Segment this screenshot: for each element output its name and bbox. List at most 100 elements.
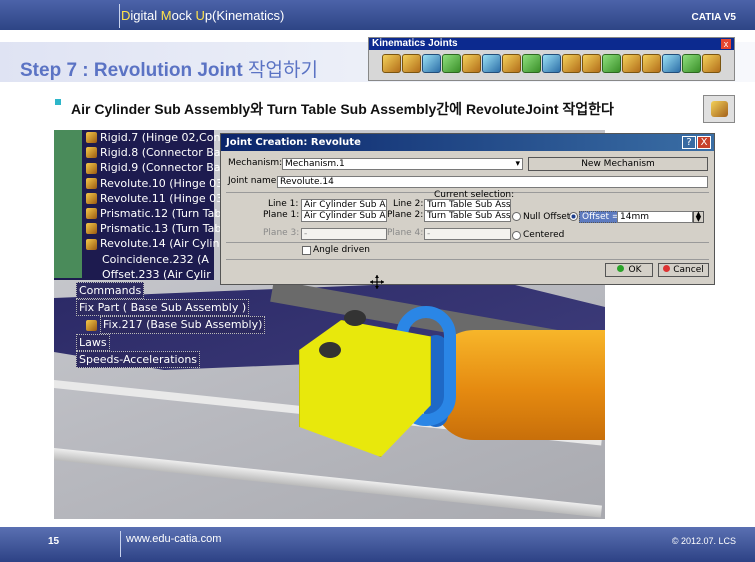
joint-creation-dialog: Joint Creation: Revolute ? X Mechanism: … (220, 133, 715, 285)
plane4-label: Plane 4: (387, 228, 424, 238)
tree-node-label: Revolute.14 (Air Cylin (100, 237, 220, 251)
mechanism-select[interactable]: Mechanism.1 ▾ (282, 158, 523, 170)
null-offset-label: Null Offset (523, 212, 571, 222)
footer-bar: 15 www.edu-catia.com © 2012.07. LCS (0, 527, 755, 562)
move-cursor-icon (370, 275, 384, 289)
revolute-joint-icon (711, 101, 728, 117)
tree-node-label: Speeds-Accelerations (76, 350, 201, 369)
tree-node-label: Rigid.7 (Hinge 02,Con (100, 131, 221, 144)
offset-spinner[interactable]: ▲ ▼ (693, 211, 704, 223)
universal-joint-icon[interactable] (602, 54, 621, 73)
prismatic-joint-icon[interactable] (402, 54, 421, 73)
toolbar-close-button[interactable]: x (721, 39, 731, 49)
footer-separator (120, 531, 121, 557)
footer-url: www.edu-catia.com (126, 533, 222, 545)
tree-node-label: Prismatic.12 (Turn Tab (100, 207, 222, 221)
page-number: 15 (48, 536, 60, 547)
roll-curve-joint-icon[interactable] (562, 54, 581, 73)
joint-node-icon (86, 192, 97, 204)
cancel-icon (663, 265, 671, 272)
planar-joint-icon[interactable] (482, 54, 501, 73)
divider (226, 259, 709, 260)
rack-joint-icon[interactable] (662, 54, 681, 73)
slide-curve-joint-icon[interactable] (542, 54, 561, 73)
tree-node[interactable]: Fix Part ( Base Sub Assembly ) (76, 299, 265, 317)
joint-node-icon (86, 223, 97, 235)
block-hole (344, 310, 366, 326)
centered-label: Centered (523, 230, 565, 240)
tree-node-label: Coincidence.232 (A (102, 252, 209, 266)
cable-joint-icon[interactable] (682, 54, 701, 73)
gear-joint-icon[interactable] (642, 54, 661, 73)
offset-input[interactable]: 14mm (617, 211, 693, 223)
help-button[interactable]: ? (682, 136, 696, 149)
tree-node[interactable]: Laws (76, 333, 265, 351)
header-title: Digital Mock Up(Kinematics) (121, 8, 285, 23)
null-offset-radio[interactable] (512, 212, 521, 221)
footer-copyright: © 2012.07. LCS (671, 536, 736, 546)
new-mechanism-button[interactable]: New Mechanism (528, 157, 708, 171)
revolute-joint-button[interactable] (703, 95, 735, 123)
ok-button[interactable]: OK (605, 263, 653, 277)
instruction-text: Air Cylinder Sub Assembly와 Turn Table Su… (71, 101, 614, 117)
sphere-joint-icon[interactable] (462, 54, 481, 73)
header-bar: Digital Mock Up(Kinematics) CATIA V5 (0, 0, 755, 30)
point-surface-joint-icon[interactable] (582, 54, 601, 73)
toolbar-title: Kinematics Joints (369, 38, 734, 50)
plane2-label: Plane 2: (387, 210, 424, 220)
toolbar-icons (369, 50, 734, 73)
plane3-label: Plane 3: (263, 228, 300, 238)
kinematics-joints-toolbar: Kinematics Joints x (368, 37, 735, 81)
centered-radio[interactable] (512, 231, 521, 240)
cancel-button[interactable]: Cancel (658, 263, 709, 277)
dialog-close-button[interactable]: X (697, 136, 711, 149)
joint-name-input[interactable]: Revolute.14 (277, 176, 708, 188)
header-separator (119, 4, 120, 28)
tree-node-label: Prismatic.13 (Turn Tab (100, 222, 222, 236)
angle-driven-label: Angle driven (313, 245, 370, 255)
joint-node-icon (86, 132, 97, 144)
mechanism-label: Mechanism: (228, 158, 283, 168)
offset-label: Offset = (579, 211, 623, 223)
tree-node[interactable]: Fix.217 (Base Sub Assembly) (76, 316, 266, 334)
joint-node-icon (86, 162, 97, 174)
angle-driven-checkbox[interactable] (302, 246, 311, 255)
tree-node-label: Offset.233 (Air Cylir (102, 267, 211, 281)
joint-name-label: Joint name: (228, 176, 280, 186)
tree-node-label: Rigid.9 (Connector Ba (100, 161, 221, 175)
rigid-joint-icon[interactable] (502, 54, 521, 73)
divider (226, 242, 709, 243)
dialog-title: Joint Creation: Revolute (221, 134, 714, 151)
step-title: Step 7 : Revolution Joint 작업하기 (20, 60, 318, 81)
revolute-joint-icon[interactable] (382, 54, 401, 73)
joint-node-icon (86, 177, 97, 189)
ok-icon (616, 265, 624, 272)
tree-node[interactable]: Speeds-Accelerations (76, 350, 265, 369)
plane4-field[interactable]: - (424, 228, 511, 240)
point-curve-joint-icon[interactable] (522, 54, 541, 73)
cv-joint-icon[interactable] (622, 54, 641, 73)
offset-radio[interactable] (569, 212, 578, 221)
chevron-down-icon: ▾ (515, 159, 520, 169)
air-cylinder-part[interactable] (434, 330, 605, 440)
tree-node-label: Fix.217 (Base Sub Assembly) (100, 316, 266, 334)
joint-node-icon (86, 238, 97, 250)
tree-node-label: Revolute.10 (Hinge 03 (100, 176, 224, 190)
plane2-field[interactable]: Turn Table Sub Asse (424, 210, 511, 222)
tree-node-label: Commands (76, 282, 145, 300)
axis-system-joint-icon[interactable] (702, 54, 721, 73)
plane1-field[interactable]: Air Cylinder Sub Ass (301, 210, 387, 222)
line2-label: Line 2: (393, 199, 424, 209)
cylindrical-joint-icon[interactable] (422, 54, 441, 73)
joint-node-icon (86, 147, 97, 159)
joint-node-icon (86, 208, 97, 220)
joint-node-icon (86, 319, 97, 331)
bullet-icon (55, 99, 61, 105)
screw-joint-icon[interactable] (442, 54, 461, 73)
plane3-field[interactable]: - (301, 228, 387, 240)
line1-label: Line 1: (268, 199, 299, 209)
tree-node-label: Laws (76, 333, 110, 351)
tree-node-label: Revolute.11 (Hinge 03 (100, 191, 224, 205)
block-hole (319, 342, 341, 358)
tree-node-label: Fix Part ( Base Sub Assembly ) (76, 299, 250, 317)
